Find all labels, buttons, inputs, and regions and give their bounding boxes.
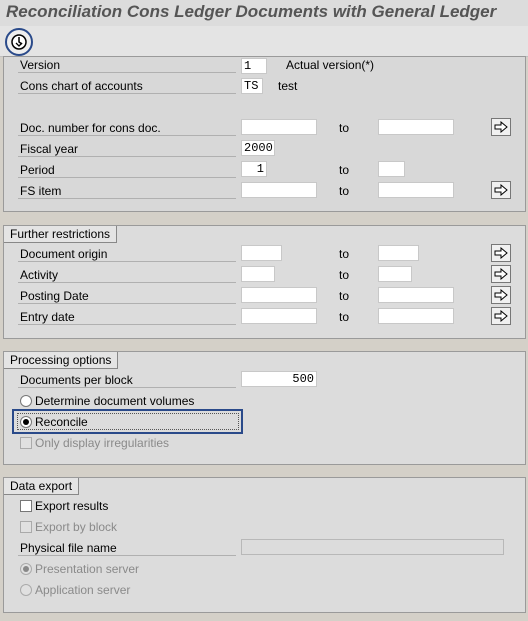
- activity-label: Activity: [20, 268, 59, 282]
- docnum-label: Doc. number for cons doc.: [20, 121, 161, 135]
- export-by-block-label: Export by block: [35, 520, 118, 534]
- docnum-label-underline: [18, 135, 236, 136]
- document-origin-label: Document origin: [20, 247, 108, 261]
- arrow-right-icon: [494, 121, 508, 133]
- arrow-right-icon: [494, 310, 508, 322]
- period-to-label: to: [339, 163, 350, 177]
- entry-date-multiple-selection-button[interactable]: [491, 307, 511, 325]
- activity-from-field[interactable]: [241, 266, 275, 282]
- docs-per-block-label: Documents per block: [20, 373, 133, 387]
- physical-file-name-label: Physical file name: [20, 541, 117, 555]
- fs-item-label: FS item: [20, 184, 62, 198]
- fs-item-to-field[interactable]: [378, 182, 454, 198]
- physical-file-name-field[interactable]: [241, 539, 504, 555]
- version-label: Version: [20, 58, 61, 72]
- physical-file-name-underline: [18, 555, 236, 556]
- entry-date-to-field[interactable]: [378, 308, 454, 324]
- arrow-right-icon: [494, 184, 508, 196]
- period-from-field[interactable]: 1: [241, 161, 267, 177]
- posting-date-label: Posting Date: [20, 289, 89, 303]
- only-irregularities-label: Only display irregularities: [35, 436, 170, 450]
- entry-date-label: Entry date: [20, 310, 75, 324]
- application-toolbar: [0, 26, 528, 57]
- version-field[interactable]: 1: [241, 58, 267, 74]
- document-origin-multiple-selection-button[interactable]: [491, 244, 511, 262]
- version-description: Actual version(*): [286, 58, 375, 72]
- period-label: Period: [20, 163, 55, 177]
- fs-item-multiple-selection-button[interactable]: [491, 181, 511, 199]
- coa-label-underline: [18, 93, 236, 94]
- fiscal-year-label-underline: [18, 156, 236, 157]
- fs-item-from-field[interactable]: [241, 182, 317, 198]
- arrow-right-icon: [494, 247, 508, 259]
- data-export-title: Data export: [4, 478, 80, 495]
- posting-date-from-field[interactable]: [241, 287, 317, 303]
- reconcile-radio[interactable]: [20, 416, 32, 428]
- reconcile-label[interactable]: Reconcile: [35, 415, 88, 429]
- docs-per-block-field[interactable]: 500: [241, 371, 317, 387]
- coa-description: test: [278, 79, 298, 93]
- export-by-block-checkbox[interactable]: [20, 521, 32, 533]
- radio-selected-dot: [23, 419, 29, 425]
- activity-multiple-selection-button[interactable]: [491, 265, 511, 283]
- radio-selected-dot: [23, 566, 29, 572]
- version-label-underline: [18, 72, 236, 73]
- application-server-radio[interactable]: [20, 584, 32, 596]
- period-to-field[interactable]: [378, 161, 405, 177]
- presentation-server-radio[interactable]: [20, 563, 32, 575]
- docnum-to-field[interactable]: [378, 119, 454, 135]
- document-origin-to-field[interactable]: [378, 245, 419, 261]
- execute-button[interactable]: [5, 28, 33, 56]
- entry-date-underline: [18, 324, 236, 325]
- presentation-server-label: Presentation server: [35, 562, 140, 576]
- docs-per-block-underline: [18, 387, 236, 388]
- document-origin-underline: [18, 261, 236, 262]
- determine-volumes-label[interactable]: Determine document volumes: [35, 394, 194, 408]
- arrow-right-icon: [494, 268, 508, 280]
- coa-label: Cons chart of accounts: [20, 79, 143, 93]
- entry-date-from-field[interactable]: [241, 308, 317, 324]
- posting-date-to-label: to: [339, 289, 350, 303]
- coa-field[interactable]: TS: [241, 78, 263, 94]
- docnum-from-field[interactable]: [241, 119, 317, 135]
- execute-clock-icon: [11, 34, 27, 50]
- activity-underline: [18, 282, 236, 283]
- title-bar: Reconciliation Cons Ledger Documents wit…: [0, 0, 528, 26]
- posting-date-to-field[interactable]: [378, 287, 454, 303]
- period-label-underline: [18, 177, 236, 178]
- document-origin-from-field[interactable]: [241, 245, 282, 261]
- only-irregularities-checkbox[interactable]: [20, 437, 32, 449]
- fiscal-year-label: Fiscal year: [20, 142, 79, 156]
- activity-to-field[interactable]: [378, 266, 412, 282]
- determine-volumes-radio[interactable]: [20, 395, 32, 407]
- entry-date-to-label: to: [339, 310, 350, 324]
- fiscal-year-field[interactable]: 2000: [241, 140, 275, 156]
- activity-to-label: to: [339, 268, 350, 282]
- arrow-right-icon: [494, 289, 508, 301]
- fs-item-label-underline: [18, 198, 236, 199]
- export-results-checkbox[interactable]: [20, 500, 32, 512]
- document-origin-to-label: to: [339, 247, 350, 261]
- export-results-label[interactable]: Export results: [35, 499, 108, 513]
- further-restrictions-title: Further restrictions: [4, 226, 118, 243]
- page-title: Reconciliation Cons Ledger Documents wit…: [6, 2, 497, 21]
- processing-options-title: Processing options: [4, 352, 119, 369]
- docnum-multiple-selection-button[interactable]: [491, 118, 511, 136]
- application-server-label: Application server: [35, 583, 131, 597]
- posting-date-underline: [18, 303, 236, 304]
- docnum-to-label: to: [339, 121, 350, 135]
- fs-item-to-label: to: [339, 184, 350, 198]
- posting-date-multiple-selection-button[interactable]: [491, 286, 511, 304]
